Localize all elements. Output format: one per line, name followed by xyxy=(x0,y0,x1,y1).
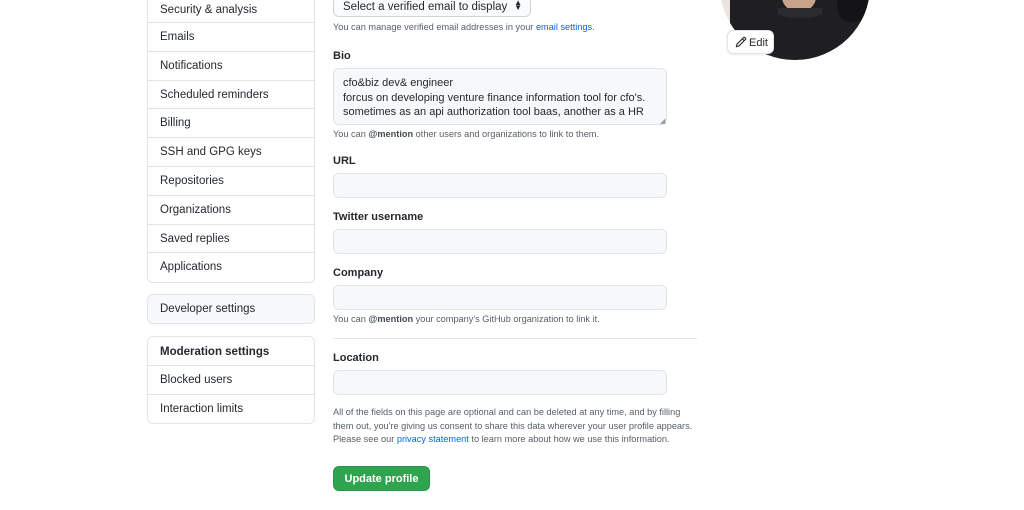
sidebar-item-notifications[interactable]: Notifications xyxy=(148,52,314,81)
url-input[interactable] xyxy=(333,173,667,198)
bio-line: sometimes as an api authorization tool b… xyxy=(343,106,644,118)
sidebar-item-developer-settings[interactable]: Developer settings xyxy=(148,295,314,323)
resize-grip-icon[interactable]: ◢ xyxy=(660,118,665,125)
company-input[interactable] xyxy=(333,285,667,310)
sidebar-item-blocked-users[interactable]: Blocked users xyxy=(148,366,314,395)
sidebar-item-ssh-gpg-keys[interactable]: SSH and GPG keys xyxy=(148,138,314,167)
developer-settings-menu: Developer settings xyxy=(147,294,315,324)
settings-sidebar: Security & analysis Emails Notifications… xyxy=(147,0,315,283)
bio-note: You can @mention other users and organiz… xyxy=(333,129,600,139)
edit-avatar-button[interactable]: Edit xyxy=(727,30,774,54)
sidebar-item-repositories[interactable]: Repositories xyxy=(148,167,314,196)
sidebar-item-scheduled-reminders[interactable]: Scheduled reminders xyxy=(148,81,314,110)
sidebar-item-saved-replies[interactable]: Saved replies xyxy=(148,225,314,254)
edit-avatar-label: Edit xyxy=(749,36,768,49)
sidebar-item-emails[interactable]: Emails xyxy=(148,23,314,52)
moderation-menu: Moderation settings Blocked users Intera… xyxy=(147,336,315,424)
location-input[interactable] xyxy=(333,370,667,395)
sidebar-item-applications[interactable]: Applications xyxy=(148,253,314,282)
public-email-select-value: Select a verified email to display xyxy=(343,1,508,13)
url-label: URL xyxy=(333,155,356,167)
select-caret-icon: ▲ ▼ xyxy=(514,0,522,12)
email-settings-link[interactable]: email settings xyxy=(536,22,592,32)
update-profile-button[interactable]: Update profile xyxy=(333,466,430,491)
section-divider xyxy=(333,338,697,339)
consent-disclaimer: All of the fields on this page are optio… xyxy=(333,407,693,445)
moderation-settings-heading: Moderation settings xyxy=(148,337,314,366)
sidebar-item-organizations[interactable]: Organizations xyxy=(148,196,314,225)
bio-label: Bio xyxy=(333,50,351,62)
sidebar-item-interaction-limits[interactable]: Interaction limits xyxy=(148,395,314,424)
bio-line: forcus on developing venture finance inf… xyxy=(343,91,646,104)
twitter-username-label: Twitter username xyxy=(333,211,424,223)
location-label: Location xyxy=(333,352,379,364)
sidebar-item-security-analysis[interactable]: Security & analysis xyxy=(148,0,314,23)
privacy-statement-link[interactable]: privacy statement xyxy=(397,434,469,444)
bio-textarea[interactable]: cfo&biz dev& engineer forcus on developi… xyxy=(333,68,667,125)
company-label: Company xyxy=(333,267,384,279)
bio-line: cfo&biz dev& engineer xyxy=(343,77,454,89)
email-note: You can manage verified email addresses … xyxy=(333,22,595,32)
company-note: You can @mention your company's GitHub o… xyxy=(333,314,600,324)
public-email-select[interactable]: Select a verified email to display ▲ ▼ xyxy=(333,0,531,17)
twitter-username-input[interactable] xyxy=(333,229,667,254)
pencil-icon xyxy=(735,36,747,47)
sidebar-item-billing[interactable]: Billing xyxy=(148,109,314,139)
